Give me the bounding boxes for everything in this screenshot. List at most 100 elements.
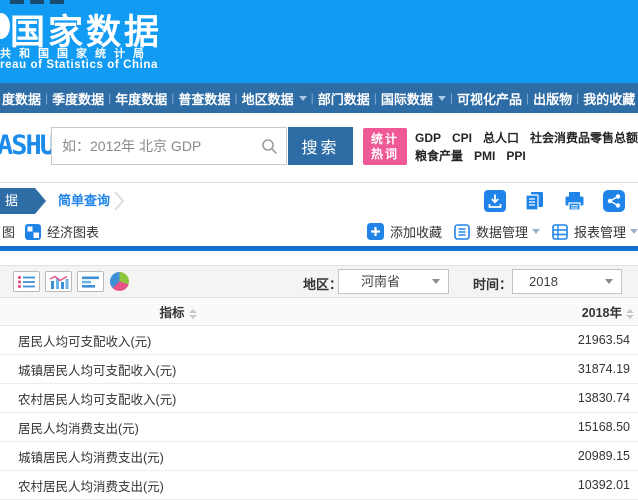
hot-word-link[interactable]: CPI <box>452 129 472 147</box>
plus-icon <box>367 223 384 240</box>
document-icon <box>454 224 470 240</box>
indicator-cell: 农村居民人均消费支出(元) <box>0 476 356 495</box>
site-banner: 国家数据 共和国国家统计局 reau of Statistics of Chin… <box>0 0 638 83</box>
chevron-down-icon <box>438 96 446 101</box>
nav-item[interactable]: 部门数据 <box>318 89 370 108</box>
sort-icon[interactable] <box>189 309 197 319</box>
search-section: ASHU 搜索 统计 热词 GDPCPI总人口社会消费品零售总额 粮食产量PMI… <box>0 113 638 182</box>
nav-separator: | <box>374 91 377 105</box>
hot-words: GDP CPI 总人口社会消费品零售总额 粮食产量 PMI PPI <box>415 129 638 165</box>
year-header-label: 2018年 <box>582 306 622 320</box>
nav-item-label: 年度数据 <box>115 89 167 108</box>
sort-icon[interactable] <box>626 309 634 319</box>
nav-separator: | <box>450 91 453 105</box>
nav-item[interactable]: 地区数据 <box>242 89 307 108</box>
nav-separator: | <box>234 91 237 105</box>
time-select[interactable]: 2018 <box>512 269 622 294</box>
hot-word-link[interactable]: 粮食产量 <box>415 147 463 165</box>
main-nav: 度数据 | 季度数据 | 年度数据 | 普查数据 | 地区数据 | 部门数据 | 国际数据 | 可视化产品 |… <box>0 83 638 113</box>
nav-item[interactable]: 出版物 <box>533 89 572 108</box>
table-row[interactable]: 农村居民人均消费支出(元)10392.01 <box>0 471 638 500</box>
nav-item[interactable]: 普查数据 <box>178 89 230 108</box>
value-cell: 20989.15 <box>356 449 638 463</box>
column-header-indicator[interactable]: 指标 <box>0 302 356 321</box>
nav-item[interactable]: 可视化产品 <box>457 89 522 108</box>
chevron-down-icon <box>630 229 638 234</box>
nav-item-label: 普查数据 <box>178 89 230 108</box>
bar-chart-view-icon[interactable] <box>45 271 72 292</box>
table-row[interactable]: 城镇居民人均消费支出(元)20989.15 <box>0 442 638 471</box>
nav-separator: | <box>108 91 111 105</box>
grid-icon <box>552 224 568 240</box>
clipped-tab-label[interactable]: 图 <box>2 222 15 241</box>
table-row[interactable]: 农村居民人均可支配收入(元)13830.74 <box>0 384 638 413</box>
search-icon <box>261 138 278 160</box>
region-select[interactable]: 河南省 <box>338 269 449 294</box>
shuju-logo: ASHU <box>0 130 54 161</box>
report-manage-button[interactable]: 报表管理 <box>552 222 638 241</box>
indicator-cell: 居民人均消费支出(元) <box>0 418 356 437</box>
data-manage-button[interactable]: 数据管理 <box>454 222 540 241</box>
value-cell: 31874.19 <box>356 362 638 376</box>
indicator-cell: 农村居民人均可支配收入(元) <box>0 389 356 408</box>
chevron-down-icon <box>605 279 613 284</box>
checkerboard-icon <box>25 224 41 240</box>
table-header: 指标 2018年 <box>0 298 638 326</box>
table-row[interactable]: 居民人均消费支出(元)15168.50 <box>0 413 638 442</box>
indicator-cell: 居民人均可支配收入(元) <box>0 331 356 350</box>
breadcrumb-step-simple-query[interactable]: 简单查询 <box>58 188 110 214</box>
region-value: 河南省 <box>361 274 400 289</box>
hot-word-link[interactable]: PPI <box>506 147 525 165</box>
hot-word-link[interactable]: PMI <box>474 147 495 165</box>
copy-icon[interactable] <box>523 190 546 212</box>
nav-item-label: 可视化产品 <box>457 89 522 108</box>
nav-item-label: 出版物 <box>533 89 572 108</box>
hot-word-link[interactable]: 总人口 <box>483 129 519 147</box>
indicator-cell: 城镇居民人均消费支出(元) <box>0 447 356 466</box>
chevron-down-icon <box>432 279 440 284</box>
time-label: 时间： <box>473 274 512 293</box>
value-cell: 21963.54 <box>356 333 638 347</box>
toolbar-right: 添加收藏 数据管理 报表管理 <box>367 222 638 241</box>
nav-separator: | <box>526 91 529 105</box>
nav-item[interactable]: 季度数据 <box>52 89 104 108</box>
value-cell: 13830.74 <box>356 391 638 405</box>
table-row[interactable]: 城镇居民人均可支配收入(元)31874.19 <box>0 355 638 384</box>
hbar-view-icon[interactable] <box>77 271 104 292</box>
nav-item[interactable]: 年度数据 <box>115 89 167 108</box>
hot-words-line-1: GDP CPI 总人口社会消费品零售总额 <box>415 129 638 147</box>
hot-word-link[interactable]: GDP <box>415 129 441 147</box>
hot-word-link[interactable]: 社会消费品零售总额 <box>530 129 638 147</box>
print-icon[interactable] <box>563 190 586 212</box>
time-value: 2018 <box>529 274 558 289</box>
table-body: 居民人均可支配收入(元)21963.54城镇居民人均可支配收入(元)31874.… <box>0 326 638 500</box>
region-label: 地区： <box>303 274 342 293</box>
download-icon[interactable] <box>484 190 506 212</box>
nav-item-label: 国际数据 <box>381 89 433 108</box>
nav-item-label: 季度数据 <box>52 89 104 108</box>
add-favorite-button[interactable]: 添加收藏 <box>367 222 442 241</box>
report-manage-label: 报表管理 <box>574 222 626 241</box>
nav-separator: | <box>45 91 48 105</box>
emblem-icon <box>0 13 10 39</box>
pie-view-icon[interactable] <box>110 272 129 291</box>
search-input[interactable] <box>51 127 287 165</box>
list-view-icon[interactable] <box>13 271 40 292</box>
nav-item[interactable]: 我的收藏 <box>583 89 635 108</box>
tab-economic-charts[interactable]: 经济图表 <box>47 222 99 241</box>
indicator-cell: 城镇居民人均可支配收入(元) <box>0 360 356 379</box>
table-row[interactable]: 居民人均可支配收入(元)21963.54 <box>0 326 638 355</box>
site-subtitle-en: reau of Statistics of China <box>0 59 158 71</box>
nav-item[interactable]: 度数据 <box>2 89 41 108</box>
search-button[interactable]: 搜索 <box>288 127 353 165</box>
nav-item[interactable]: 国际数据 <box>381 89 446 108</box>
nav-item-label: 地区数据 <box>242 89 294 108</box>
nav-separator: | <box>311 91 314 105</box>
action-icons <box>484 190 625 212</box>
breadcrumb-step-data[interactable]: 据 <box>0 188 46 214</box>
share-icon[interactable] <box>603 190 625 212</box>
nav-item-label: 部门数据 <box>318 89 370 108</box>
hot-badge-line1: 统计 <box>363 132 407 147</box>
column-header-year[interactable]: 2018年 <box>356 302 638 321</box>
nav-separator: | <box>576 91 579 105</box>
